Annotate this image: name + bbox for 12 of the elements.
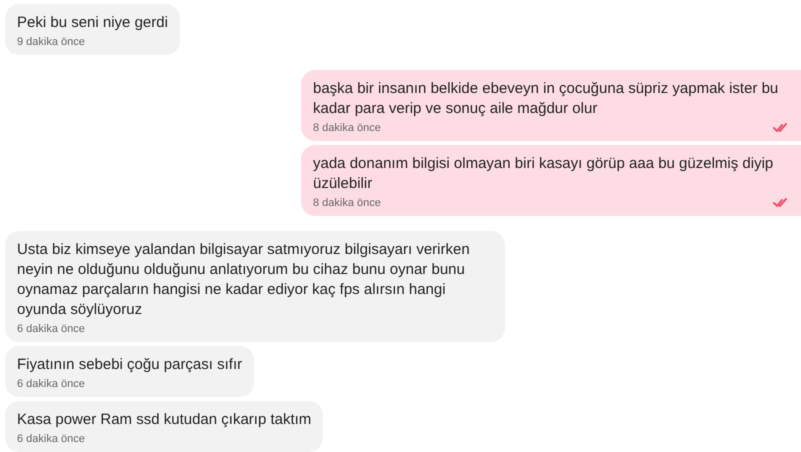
message-time: 6 dakika önce (17, 432, 85, 446)
message-text: Fiyatının sebebi çoğu parçası sıfır (17, 355, 242, 375)
message-text: Kasa power Ram ssd kutudan çıkarıp taktım (17, 410, 312, 430)
message-time: 8 dakika önce (313, 196, 381, 210)
message-text: Usta biz kimseye yalandan bilgisayar satmıyoruz bilgisayarı verirken neyin ne olduğunu olduğunu anlatıyorum bu cihaz bunu oynar bunu oynamaz parçaların hangisi ne kadar ediyor kaç fps alırsın hangi oyunda söylüyoruz (17, 240, 471, 320)
message-time: 6 dakika önce (17, 377, 85, 391)
message-text: Peki bu seni niye gerdi (17, 13, 168, 33)
message-time: 9 dakika önce (17, 35, 85, 49)
message-time: 6 dakika önce (17, 322, 85, 336)
message-text: yada donanım bilgisi olmayan biri kasayı görüp aaa bu güzelmiş diyip üzülebilir (313, 154, 774, 194)
message-text: başka bir insanın belkide ebeveyn in çocuğuna süpriz yapmak ister bu kadar para verip ve sonuç aile mağdur olur (313, 79, 780, 119)
message-time: 8 dakika önce (313, 121, 381, 135)
